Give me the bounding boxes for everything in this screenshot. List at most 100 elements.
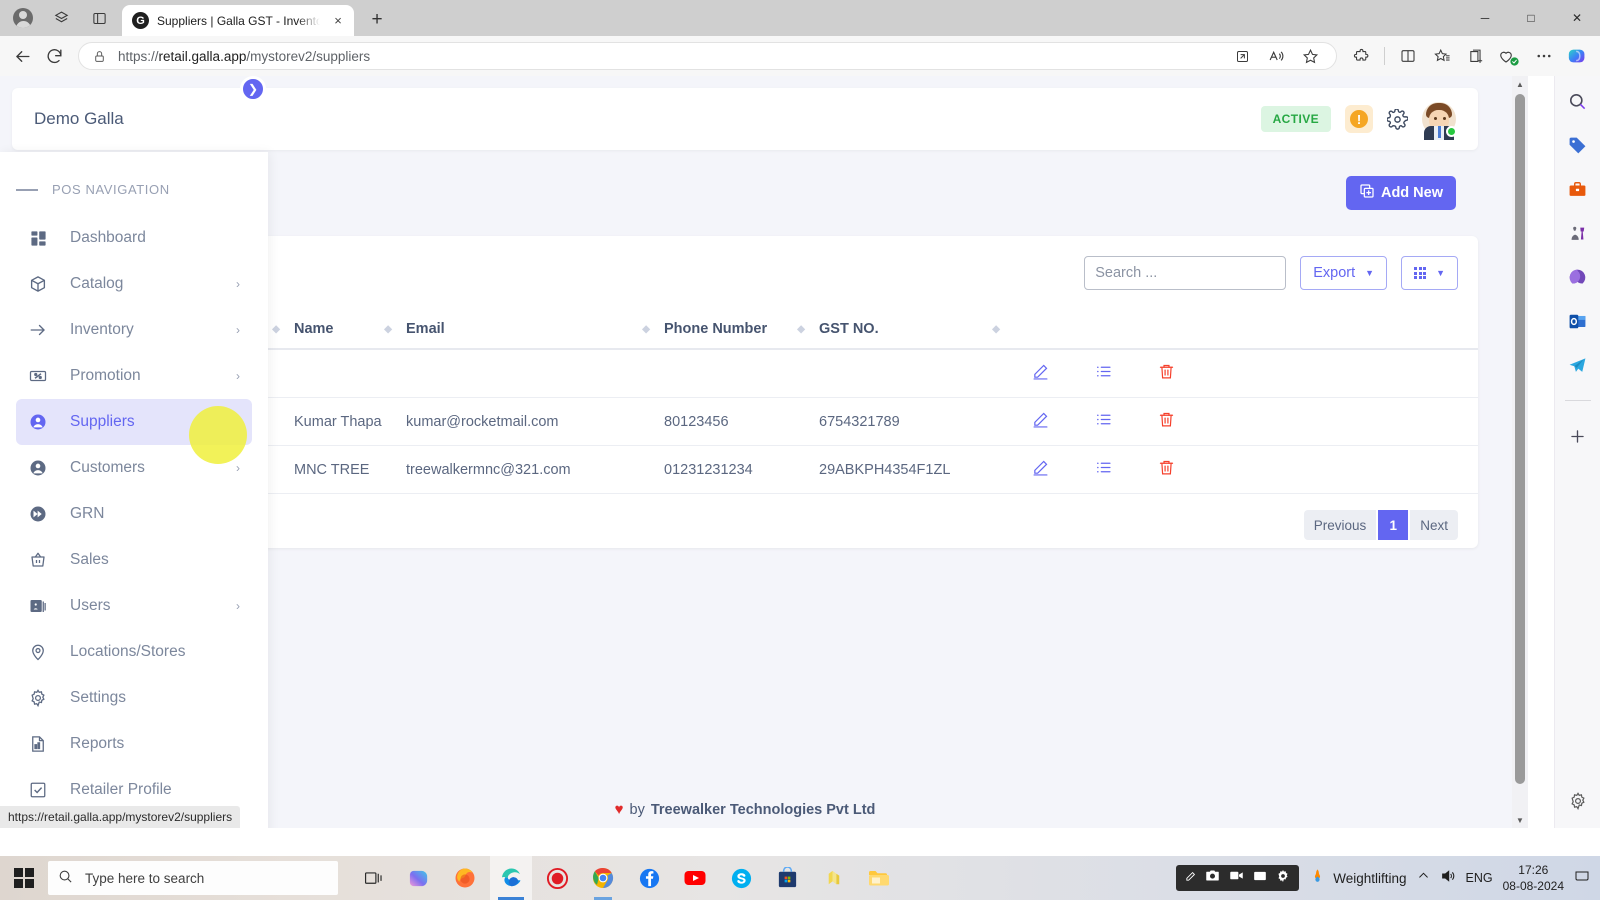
avatar[interactable] [1422,102,1457,140]
edit-pencil-icon[interactable] [1032,459,1049,480]
task-view-icon[interactable] [352,856,394,900]
games-icon[interactable] [1565,220,1591,246]
start-button[interactable] [0,856,48,900]
profile-button[interactable] [6,3,40,33]
collections-star-icon[interactable] [1426,41,1458,71]
pencil-icon[interactable] [1185,869,1196,887]
clock[interactable]: 17:26 08-08-2024 [1503,862,1564,894]
sidebar-item-promotion[interactable]: Promotion › [16,353,252,399]
export-button[interactable]: Export ▼ [1300,256,1388,290]
sidebar-item-sales[interactable]: Sales [16,537,252,583]
sidebar-item-settings[interactable]: Settings [16,675,252,721]
minimize-button[interactable]: ─ [1462,0,1508,36]
video-icon[interactable] [1229,868,1244,888]
column-header-phone-number[interactable]: Phone Number ◆ [664,310,819,351]
favorite-star-icon[interactable] [1294,41,1326,71]
copilot-icon[interactable] [1562,41,1594,71]
column-header-email[interactable]: Email ◆ [406,310,664,351]
back-icon[interactable] [6,41,38,71]
fast-forward-icon [28,505,48,523]
language-indicator[interactable]: ENG [1466,871,1493,885]
new-tab-button[interactable]: + [362,5,392,35]
browser-essentials-icon[interactable] [1494,41,1526,71]
notification-icon[interactable] [1574,868,1590,889]
column-header-gst-no[interactable]: GST NO. ◆ [819,310,1014,351]
chevron-up-icon[interactable] [1417,869,1430,887]
pagination-previous[interactable]: Previous [1303,510,1377,541]
telegram-icon[interactable] [1565,352,1591,378]
search-input[interactable] [1084,256,1287,290]
tray-app-weightlifting[interactable]: Weightlifting [1309,867,1407,889]
bandicam-icon[interactable] [812,856,854,900]
shopping-tag-icon[interactable] [1565,132,1591,158]
edit-pencil-icon[interactable] [1032,363,1049,384]
scrollbar-thumb[interactable] [1515,94,1525,784]
header-actions: ACTIVE ! [1260,102,1457,140]
page-scrollbar[interactable]: ▲ ▼ [1512,76,1528,828]
settings-more-icon[interactable] [1528,41,1560,71]
add-new-button[interactable]: Add New [1345,176,1456,210]
facebook-icon[interactable] [628,856,670,900]
drawer-toggle-button[interactable]: ❯ [240,76,266,102]
sidebar-item-catalog[interactable]: Catalog › [16,261,252,307]
maximize-button[interactable]: □ [1508,0,1554,36]
microsoft-store-icon[interactable] [766,856,808,900]
pagination-page-1[interactable]: 1 [1378,510,1409,541]
copilot-icon[interactable] [398,856,440,900]
warning-button[interactable]: ! [1345,105,1373,133]
tab-groups-button[interactable] [44,3,78,33]
split-screen-open-icon[interactable] [1226,41,1258,71]
edit-pencil-icon[interactable] [1032,411,1049,432]
column-visibility-button[interactable]: ▼ [1401,256,1458,290]
sidebar-settings-icon[interactable] [1565,788,1591,814]
split-screen-icon[interactable] [1392,41,1424,71]
sidebar-item-locations-stores[interactable]: Locations/Stores [16,629,252,675]
volume-icon[interactable] [1440,868,1456,889]
cell-email: kumar@rocketmail.com [406,397,664,447]
taskbar-search[interactable]: Type here to search [48,861,338,895]
tab-close-icon[interactable]: × [328,11,348,31]
extensions-icon[interactable] [1345,41,1377,71]
scroll-down-arrow-icon[interactable]: ▼ [1512,812,1528,828]
microsoft365-icon[interactable] [1565,264,1591,290]
youtube-icon[interactable] [674,856,716,900]
trash-icon[interactable] [1158,411,1175,432]
read-aloud-icon[interactable] [1260,41,1292,71]
vertical-tabs-button[interactable] [82,3,116,33]
camera-icon[interactable] [1205,868,1220,888]
scroll-up-arrow-icon[interactable]: ▲ [1512,76,1528,92]
sidebar-item-dashboard[interactable]: Dashboard [16,215,252,261]
edge-icon[interactable] [490,856,532,900]
outlook-icon[interactable] [1565,308,1591,334]
gear-icon[interactable] [1276,869,1290,888]
trash-icon[interactable] [1158,363,1175,384]
pagination-next[interactable]: Next [1410,510,1458,541]
sidebar-item-users[interactable]: Users › [16,583,252,629]
sidebar-item-inventory[interactable]: Inventory › [16,307,252,353]
add-collection-icon[interactable] [1460,41,1492,71]
trash-icon[interactable] [1158,459,1175,480]
address-bar[interactable]: https://retail.galla.app/mystorev2/suppl… [78,42,1337,70]
add-site-icon[interactable] [1565,423,1591,449]
firefox-icon[interactable] [444,856,486,900]
list-details-icon[interactable] [1095,411,1112,432]
search-icon[interactable] [1565,88,1591,114]
url-text: https://retail.galla.app/mystorev2/suppl… [118,48,371,64]
tools-icon[interactable] [1565,176,1591,202]
browser-tab[interactable]: G Suppliers | Galla GST - Inventory × [122,5,354,36]
gear-icon [28,689,48,707]
file-explorer-icon[interactable] [858,856,900,900]
list-details-icon[interactable] [1095,363,1112,384]
reload-icon[interactable] [38,41,70,71]
gear-icon[interactable] [1387,108,1408,130]
column-header-name[interactable]: Name ◆ [294,310,406,351]
sidebar-item-reports[interactable]: Reports [16,721,252,767]
recorder-icon[interactable] [536,856,578,900]
skype-icon[interactable] [720,856,762,900]
list-details-icon[interactable] [1095,459,1112,480]
recorder-toolbar[interactable] [1176,865,1300,891]
close-window-button[interactable]: ✕ [1554,0,1600,36]
screen-icon[interactable] [1253,869,1267,888]
chrome-icon[interactable] [582,856,624,900]
sidebar-item-grn[interactable]: GRN [16,491,252,537]
